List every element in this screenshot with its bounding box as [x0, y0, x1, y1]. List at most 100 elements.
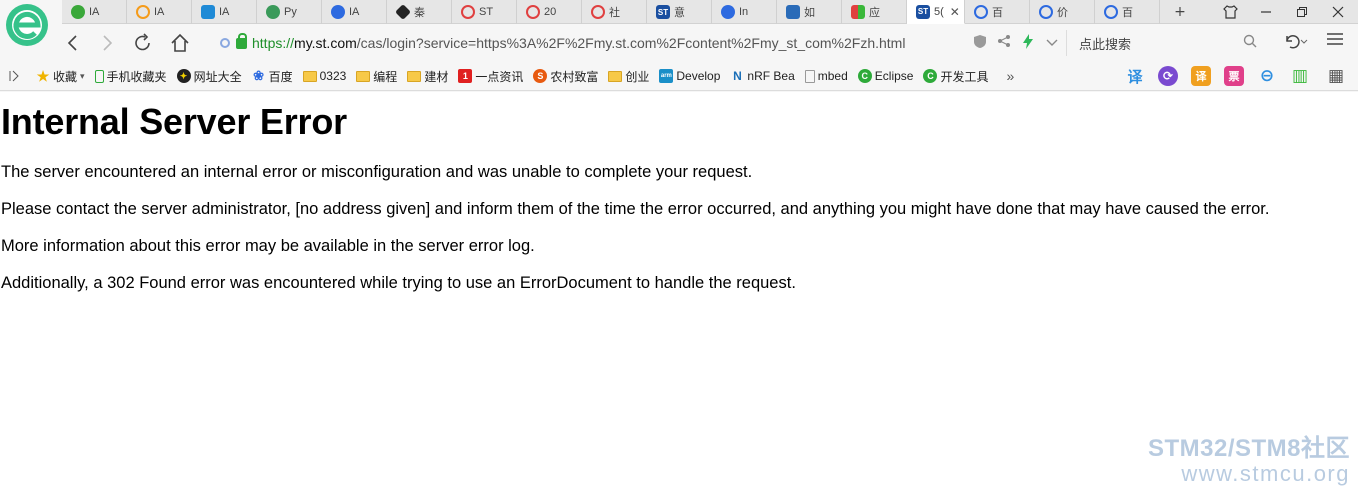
share-icon[interactable]: [992, 34, 1016, 52]
shield-icon[interactable]: [968, 34, 992, 53]
back-button[interactable]: [60, 30, 86, 56]
bookmark-item[interactable]: C 开发工具: [923, 68, 989, 85]
eclipse-icon: C: [857, 69, 872, 83]
tab-label: 意: [674, 7, 685, 19]
folder-icon: [407, 70, 422, 82]
bookmark-folder[interactable]: 编程: [356, 68, 397, 85]
eclipse-icon: C: [923, 69, 938, 83]
phone-icon: [94, 69, 104, 83]
watermark-line1: STM32/STM8社区: [1147, 435, 1350, 462]
st-logo-icon: ST: [656, 5, 670, 19]
translate-alt-icon[interactable]: 译: [1191, 66, 1211, 86]
sidebar-toggle-icon[interactable]: [0, 70, 28, 82]
undo-icon: [1286, 35, 1308, 49]
bookmark-label: 0323: [319, 69, 347, 83]
tab[interactable]: ST 意: [647, 0, 712, 24]
bookmark-favorites[interactable]: ★ 收藏 ▾: [36, 68, 85, 85]
tab[interactable]: IA: [127, 0, 192, 24]
address-bar[interactable]: https://my.st.com/cas/login?service=http…: [212, 30, 1060, 56]
bookmark-folder[interactable]: 创业: [608, 68, 649, 85]
close-window-button[interactable]: [1320, 0, 1356, 24]
tab-strip: IA IA IA Py IA 秦 ST 20 社 ST 意 In 如 应 ST 5(…: [62, 0, 1358, 24]
undo-close-tab-button[interactable]: [1282, 32, 1308, 54]
reload-icon: [135, 33, 150, 51]
bookmark-label: 收藏: [53, 69, 78, 84]
lightning-icon[interactable]: [1016, 33, 1040, 53]
bookmark-item[interactable]: arm Develop: [659, 69, 720, 83]
bookmark-item[interactable]: NnRF Bea: [730, 69, 795, 83]
page-icon: [804, 69, 815, 83]
minus-circle-icon[interactable]: ⊖: [1257, 66, 1277, 86]
bookmark-item[interactable]: ❀ 百度: [252, 68, 292, 85]
tab-label: 社: [609, 7, 620, 19]
tab-label: ST: [479, 6, 494, 18]
bookmark-label: nRF Bea: [747, 69, 795, 83]
bookmark-folder[interactable]: 0323: [302, 69, 347, 83]
site-info-icon[interactable]: [220, 38, 230, 48]
tab[interactable]: 应: [842, 0, 907, 24]
bookmark-item[interactable]: 手机收藏夹: [94, 68, 167, 85]
tab-close-icon[interactable]: ✕: [950, 5, 960, 19]
restore-button[interactable]: [1284, 0, 1320, 24]
error-paragraph: More information about this error may be…: [1, 237, 535, 255]
minimize-button[interactable]: [1248, 0, 1284, 24]
bookmark-label: 编程: [373, 69, 398, 84]
bookmark-item[interactable]: S 农村致富: [533, 68, 598, 85]
tab-label: IA: [89, 6, 100, 18]
bookmark-item[interactable]: C Eclipse: [857, 69, 913, 83]
lock-icon[interactable]: [236, 32, 247, 49]
bookmarks-more-button[interactable]: »: [1007, 68, 1015, 84]
tab-label: 应: [869, 7, 880, 19]
book-icon[interactable]: ▥: [1290, 66, 1310, 86]
tab[interactable]: 秦: [387, 0, 452, 24]
menu-button[interactable]: [1326, 31, 1344, 52]
error-paragraph: Please contact the server administrator,…: [1, 200, 1270, 218]
search-icon[interactable]: [1243, 34, 1257, 48]
arm-icon: arm: [659, 69, 674, 83]
tab[interactable]: IA: [192, 0, 257, 24]
bookmark-item[interactable]: ✦ 网址大全: [176, 68, 242, 85]
forward-button[interactable]: [94, 30, 120, 56]
tab[interactable]: In: [712, 0, 777, 24]
tab-label: 20: [544, 6, 557, 18]
bookmark-label: 手机收藏夹: [106, 69, 167, 84]
bookmark-folder[interactable]: 建材: [407, 68, 448, 85]
tab-label: 5(: [934, 5, 944, 18]
tab-label: IA: [219, 6, 230, 18]
tab[interactable]: ST: [452, 0, 517, 24]
url-scheme: https://: [252, 35, 295, 51]
home-button[interactable]: [167, 30, 193, 56]
bookmark-item[interactable]: mbed: [804, 69, 848, 83]
tab[interactable]: 价: [1030, 0, 1095, 24]
search-input[interactable]: 点此搜索: [1066, 30, 1264, 56]
translate-icon[interactable]: 译: [1125, 66, 1145, 86]
ticket-icon[interactable]: 票: [1224, 66, 1244, 86]
tab[interactable]: 社: [582, 0, 647, 24]
bookmark-bar: ★ 收藏 ▾ 手机收藏夹 ✦ 网址大全 ❀ 百度 0323 编程 建材 1 一点资讯 S农…: [0, 62, 1358, 91]
chevron-down-icon[interactable]: [1040, 36, 1064, 51]
tab[interactable]: Py: [257, 0, 322, 24]
bookmark-label: Develop: [676, 69, 721, 83]
bookmark-item[interactable]: 1 一点资讯: [458, 68, 523, 85]
paw-icon: [331, 5, 345, 19]
bookmark-label: 一点资讯: [475, 69, 524, 84]
skin-icon[interactable]: [1212, 0, 1248, 24]
tab[interactable]: 百: [965, 0, 1030, 24]
tab[interactable]: IA: [322, 0, 387, 24]
back-arrow-icon: [67, 35, 77, 51]
bookmark-label: 创业: [625, 69, 650, 84]
knot-icon: [526, 5, 540, 19]
tab-label: 百: [1122, 7, 1133, 19]
tab-active[interactable]: ST 5(✕: [907, 0, 965, 24]
tab[interactable]: IA: [62, 0, 127, 24]
tab[interactable]: 如: [777, 0, 842, 24]
new-tab-button[interactable]: +: [1160, 0, 1200, 24]
sync-icon[interactable]: ⟳: [1158, 66, 1178, 86]
paw-icon: ❀: [253, 68, 265, 83]
error-paragraph: The server encountered an internal error…: [1, 163, 753, 181]
tab[interactable]: 20: [517, 0, 582, 24]
tab[interactable]: 百: [1095, 0, 1160, 24]
page-title: Internal Server Error: [1, 101, 347, 142]
apps-icon[interactable]: ▦: [1326, 66, 1346, 86]
reload-button[interactable]: [130, 30, 156, 56]
